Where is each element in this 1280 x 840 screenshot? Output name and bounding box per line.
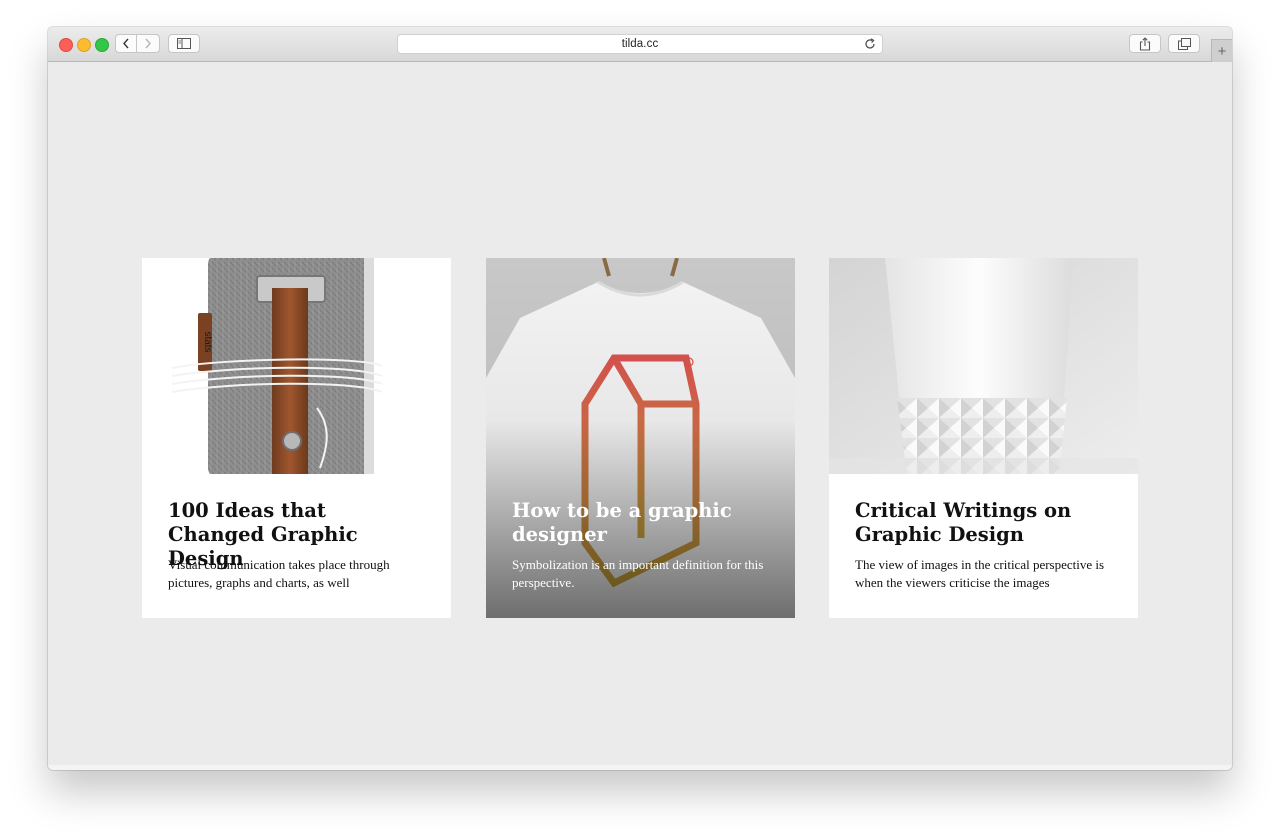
card-title[interactable]: Critical Writings on Graphic Design [855, 499, 1115, 547]
new-tab-button[interactable]: + [1211, 39, 1232, 62]
stats-tag-label: stats [202, 331, 213, 352]
url-text: tilda.cc [621, 38, 659, 50]
felt-case-photo: stats [142, 258, 451, 474]
sidebar-toggle-button[interactable] [168, 34, 200, 53]
reload-icon[interactable] [863, 37, 877, 51]
plus-icon: + [1217, 42, 1227, 60]
card-description: Symbolization is an important definition… [512, 557, 764, 590]
sidebar-icon [177, 38, 191, 49]
article-card[interactable]: How to be a graphic designer Symbolizati… [486, 258, 795, 618]
zoom-window-button[interactable] [95, 38, 109, 52]
minimize-window-button[interactable] [77, 38, 91, 52]
tabs-icon [1177, 37, 1191, 50]
share-icon [1139, 36, 1151, 51]
chevron-right-icon [145, 38, 151, 49]
card-image: stats [142, 258, 451, 474]
article-card[interactable]: stats 100 Ideas that Changed Graphic Des… [142, 258, 451, 618]
share-button[interactable] [1129, 34, 1161, 53]
card-description: Visual communication takes place through… [168, 557, 390, 590]
page-content: stats 100 Ideas that Changed Graphic Des… [48, 62, 1232, 765]
browser-toolbar: tilda.cc + [48, 27, 1232, 62]
forward-button[interactable] [137, 34, 160, 53]
white-cup-photo [829, 258, 1138, 474]
chevron-left-icon [123, 38, 129, 49]
card-description: The view of images in the critical persp… [855, 557, 1105, 590]
card-title[interactable]: How to be a graphic designer [512, 499, 772, 547]
close-window-button[interactable] [59, 38, 73, 52]
window-bottom-edge [48, 765, 1232, 770]
card-image [829, 258, 1138, 474]
show-tabs-button[interactable] [1168, 34, 1200, 53]
article-card[interactable]: Critical Writings on Graphic Design The … [829, 258, 1138, 618]
back-button[interactable] [115, 34, 137, 53]
address-bar[interactable]: tilda.cc [397, 34, 883, 54]
browser-window: tilda.cc + stats 100 Ideas that Changed … [48, 27, 1232, 770]
